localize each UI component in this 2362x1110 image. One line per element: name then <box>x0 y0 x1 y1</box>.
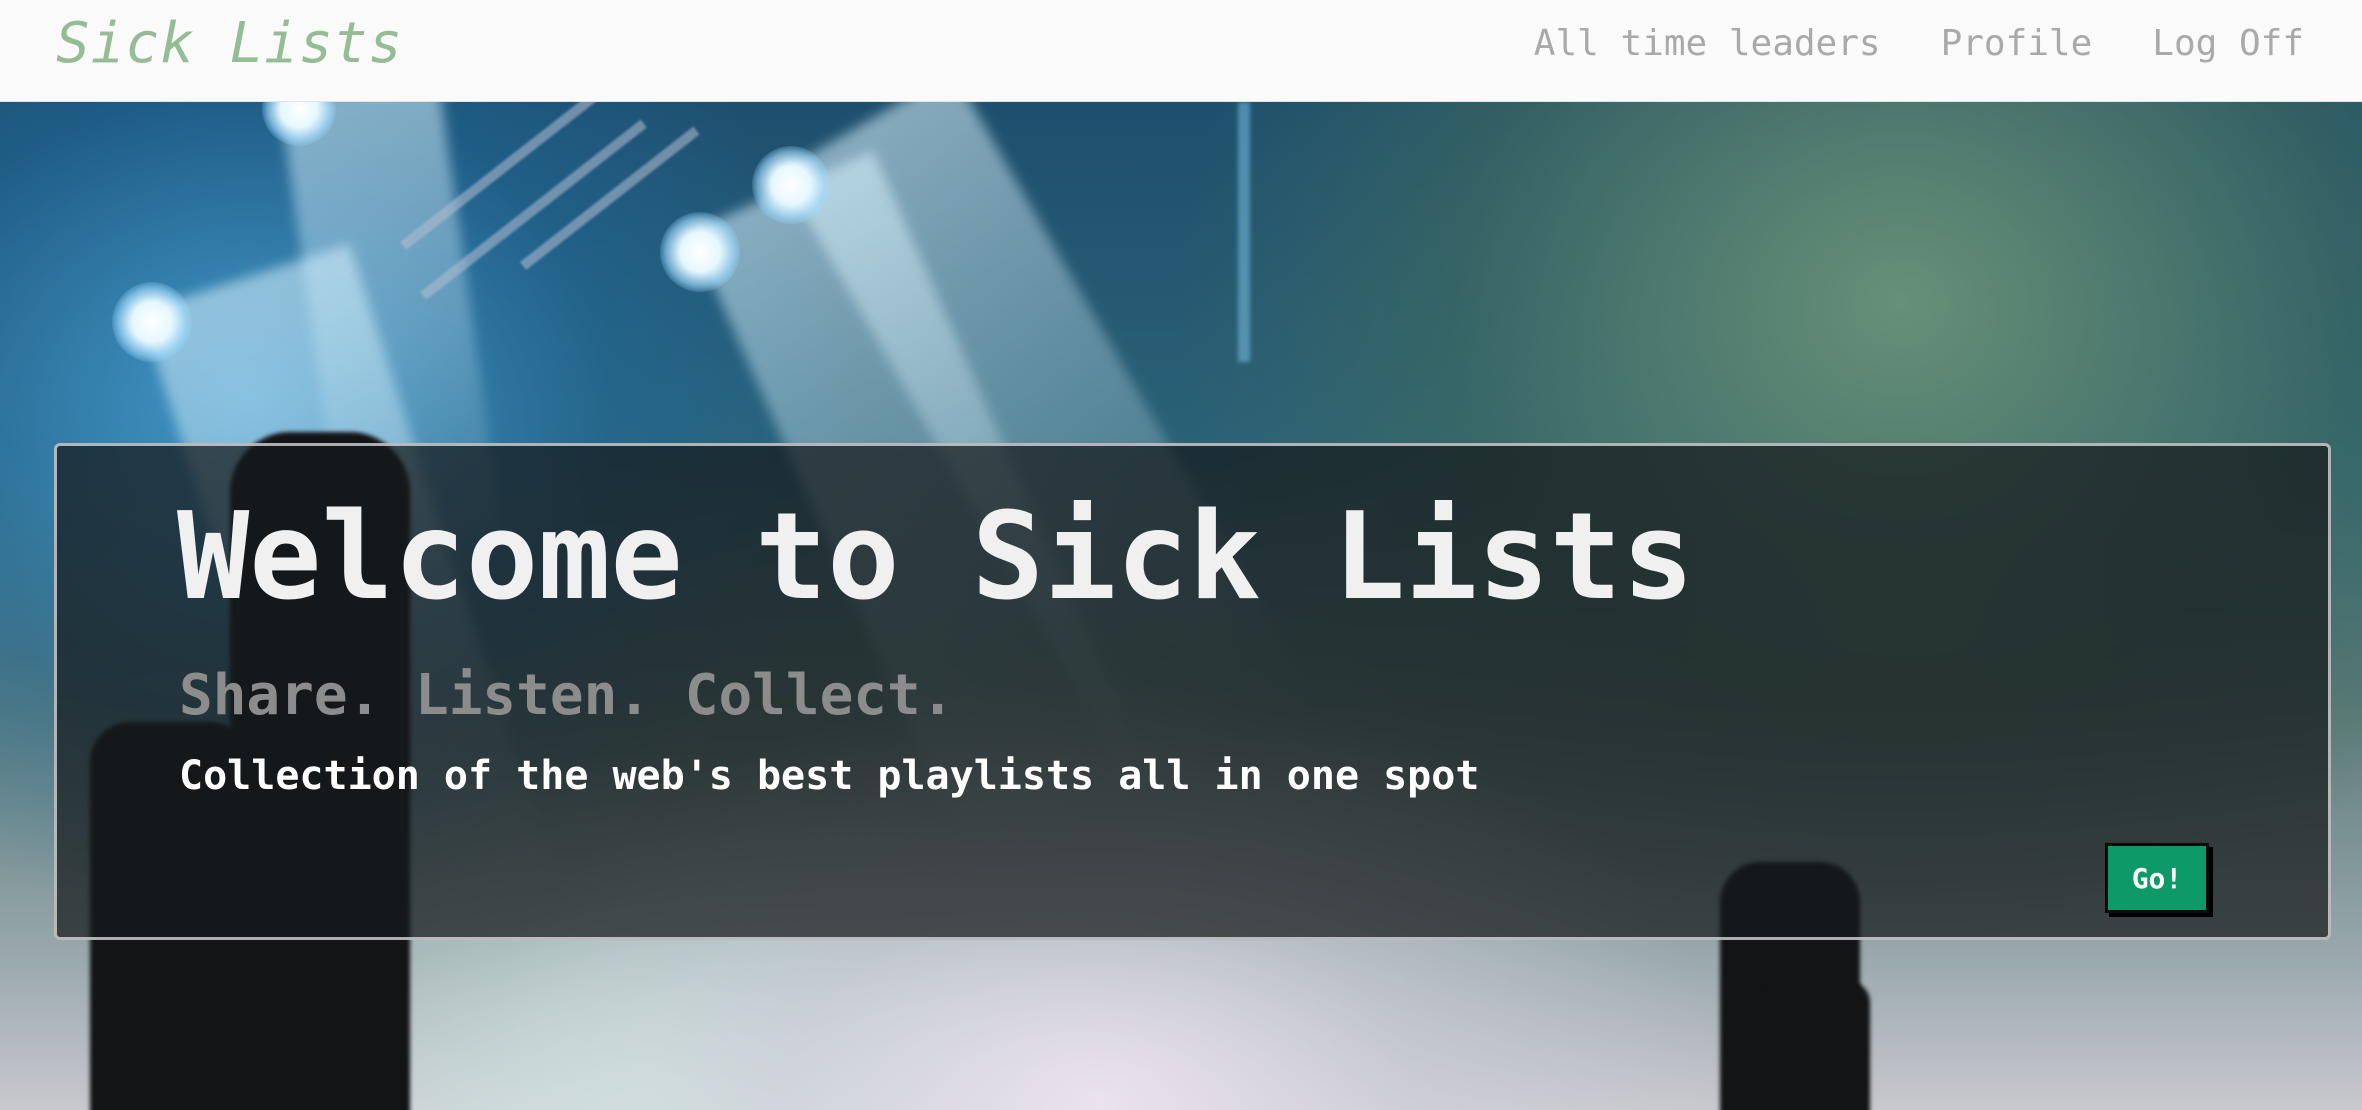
nav-link-log-off[interactable]: Log Off <box>2152 22 2304 66</box>
tagline: Share. Listen. Collect. <box>179 663 955 728</box>
go-button[interactable]: Go! <box>2105 843 2209 913</box>
spotlight <box>112 282 192 362</box>
brand-logo-link[interactable]: Sick Lists <box>56 12 403 76</box>
spotlight <box>752 146 830 224</box>
spotlight <box>660 212 740 292</box>
welcome-jumbotron: Welcome to Sick Lists Share. Listen. Col… <box>54 443 2331 940</box>
nav-links: All time leaders Profile Log Off <box>1534 22 2304 66</box>
crowd-hand-silhouette <box>1760 982 1870 1110</box>
nav-link-profile[interactable]: Profile <box>1941 22 2093 66</box>
navbar: Sick Lists All time leaders Profile Log … <box>0 0 2362 102</box>
nav-link-all-time-leaders[interactable]: All time leaders <box>1534 22 1881 66</box>
description-text: Collection of the web's best playlists a… <box>179 753 1480 799</box>
stage-pole <box>1238 102 1250 362</box>
page-title: Welcome to Sick Lists <box>177 488 1695 627</box>
